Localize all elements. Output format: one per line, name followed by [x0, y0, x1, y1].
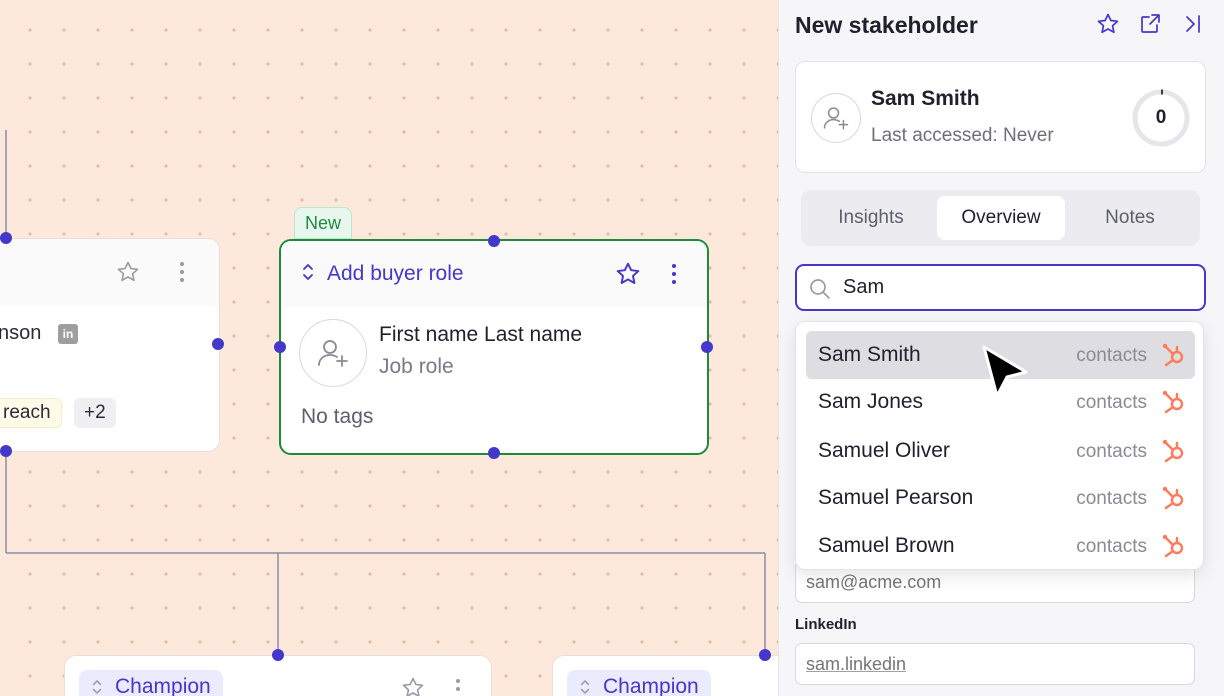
tab-notes[interactable]: Notes [1066, 196, 1194, 240]
result-source: contacts [1076, 488, 1147, 509]
card-header [0, 239, 219, 305]
result-name: Samuel Oliver [818, 439, 950, 462]
hubspot-icon [1161, 342, 1187, 373]
result-item[interactable]: Samuel Pearson contacts [806, 474, 1195, 522]
role-pill[interactable]: Champion [567, 670, 711, 696]
tags-empty-text: No tags [301, 405, 374, 428]
linkedin-icon[interactable]: in [58, 324, 78, 344]
profile-name: Sam Smith [871, 87, 980, 110]
search-field[interactable] [795, 264, 1206, 311]
search-icon [809, 278, 831, 305]
add-person-avatar-icon[interactable] [811, 93, 861, 143]
connection-handle[interactable] [701, 341, 713, 353]
stakeholder-name: nson [0, 322, 42, 344]
sort-chevrons-icon [580, 680, 590, 694]
connection-handle[interactable] [759, 649, 771, 661]
connection-handle[interactable] [488, 447, 500, 459]
collapse-panel-icon[interactable] [1180, 12, 1204, 41]
result-item[interactable]: Samuel Brown contacts [806, 522, 1195, 570]
role-label: Champion [603, 675, 699, 696]
result-source: contacts [1076, 392, 1147, 413]
star-icon[interactable] [115, 259, 141, 285]
engagement-score: 0 [1131, 88, 1191, 148]
panel-actions [1096, 12, 1204, 41]
linkedin-label: LinkedIn [795, 616, 857, 633]
linkedin-field[interactable] [795, 643, 1195, 685]
search-input[interactable] [843, 266, 1193, 309]
stakeholder-card[interactable]: Champion [64, 655, 492, 696]
profile-card: Sam Smith Last accessed: Never 0 [795, 61, 1206, 173]
more-options-icon[interactable] [661, 261, 687, 287]
star-icon[interactable] [615, 261, 641, 287]
new-badge: New [294, 207, 353, 239]
job-role: Job role [379, 355, 454, 378]
result-name: Sam Smith [818, 343, 921, 366]
star-icon[interactable] [401, 676, 425, 696]
role-label: Champion [115, 675, 211, 696]
card-header: Add buyer role [281, 241, 707, 307]
hubspot-icon [1161, 438, 1187, 469]
result-name: Sam Jones [818, 390, 924, 413]
hubspot-icon [1161, 485, 1187, 516]
score-value: 0 [1155, 107, 1167, 128]
result-source: contacts [1076, 441, 1147, 462]
connection-handle[interactable] [0, 232, 12, 244]
connection-handle[interactable] [0, 445, 12, 457]
role-pill[interactable]: Champion [79, 670, 223, 696]
add-buyer-role-button[interactable]: Add buyer role [327, 262, 464, 286]
panel-tabs: Insights Overview Notes [801, 190, 1200, 246]
org-chart-canvas[interactable]: nson in reach +2 New Add buyer role Firs… [0, 0, 778, 696]
tag-chip: reach [0, 398, 62, 428]
connection-handle[interactable] [212, 338, 224, 350]
connection-handle[interactable] [272, 649, 284, 661]
stakeholder-name: First name Last name [379, 323, 583, 346]
more-tags-chip[interactable]: +2 [74, 398, 116, 428]
result-name: Samuel Pearson [818, 486, 974, 509]
mouse-cursor-icon [980, 344, 1032, 405]
result-name: Samuel Brown [818, 534, 955, 557]
star-icon[interactable] [1096, 12, 1120, 41]
sort-chevrons-icon[interactable] [301, 261, 315, 288]
connection-handle[interactable] [488, 235, 500, 247]
tab-overview[interactable]: Overview [937, 196, 1065, 240]
result-source: contacts [1076, 345, 1147, 366]
add-person-avatar-icon[interactable] [299, 319, 367, 387]
hubspot-icon [1161, 533, 1187, 564]
hubspot-icon [1161, 389, 1187, 420]
last-accessed: Last accessed: Never [871, 125, 1054, 146]
tab-insights[interactable]: Insights [807, 196, 935, 240]
open-external-icon[interactable] [1138, 12, 1162, 41]
more-options-icon[interactable] [169, 259, 195, 285]
panel-title: New stakeholder [795, 12, 978, 38]
result-source: contacts [1076, 536, 1147, 557]
connection-handle[interactable] [274, 341, 286, 353]
more-options-icon[interactable] [455, 678, 461, 696]
sort-chevrons-icon [92, 680, 102, 694]
result-item[interactable]: Samuel Oliver contacts [806, 427, 1195, 475]
stakeholder-card[interactable]: Champion [552, 655, 778, 696]
